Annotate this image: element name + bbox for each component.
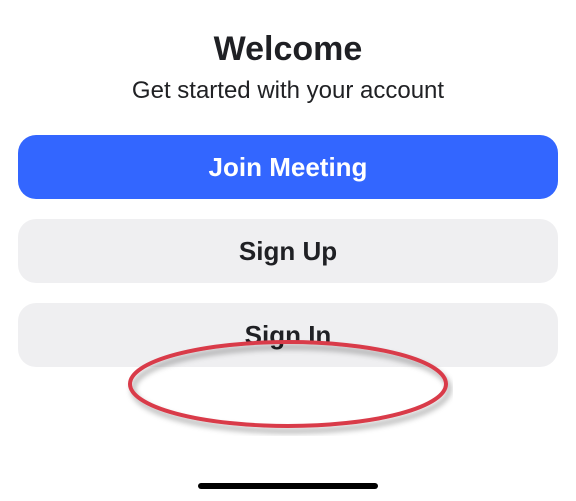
sign-up-button[interactable]: Sign Up [18,219,558,283]
sign-in-button[interactable]: Sign In [18,303,558,367]
welcome-subtitle: Get started with your account [132,77,444,105]
join-meeting-button[interactable]: Join Meeting [18,135,558,199]
home-indicator [198,483,378,489]
welcome-title: Welcome [214,30,363,69]
